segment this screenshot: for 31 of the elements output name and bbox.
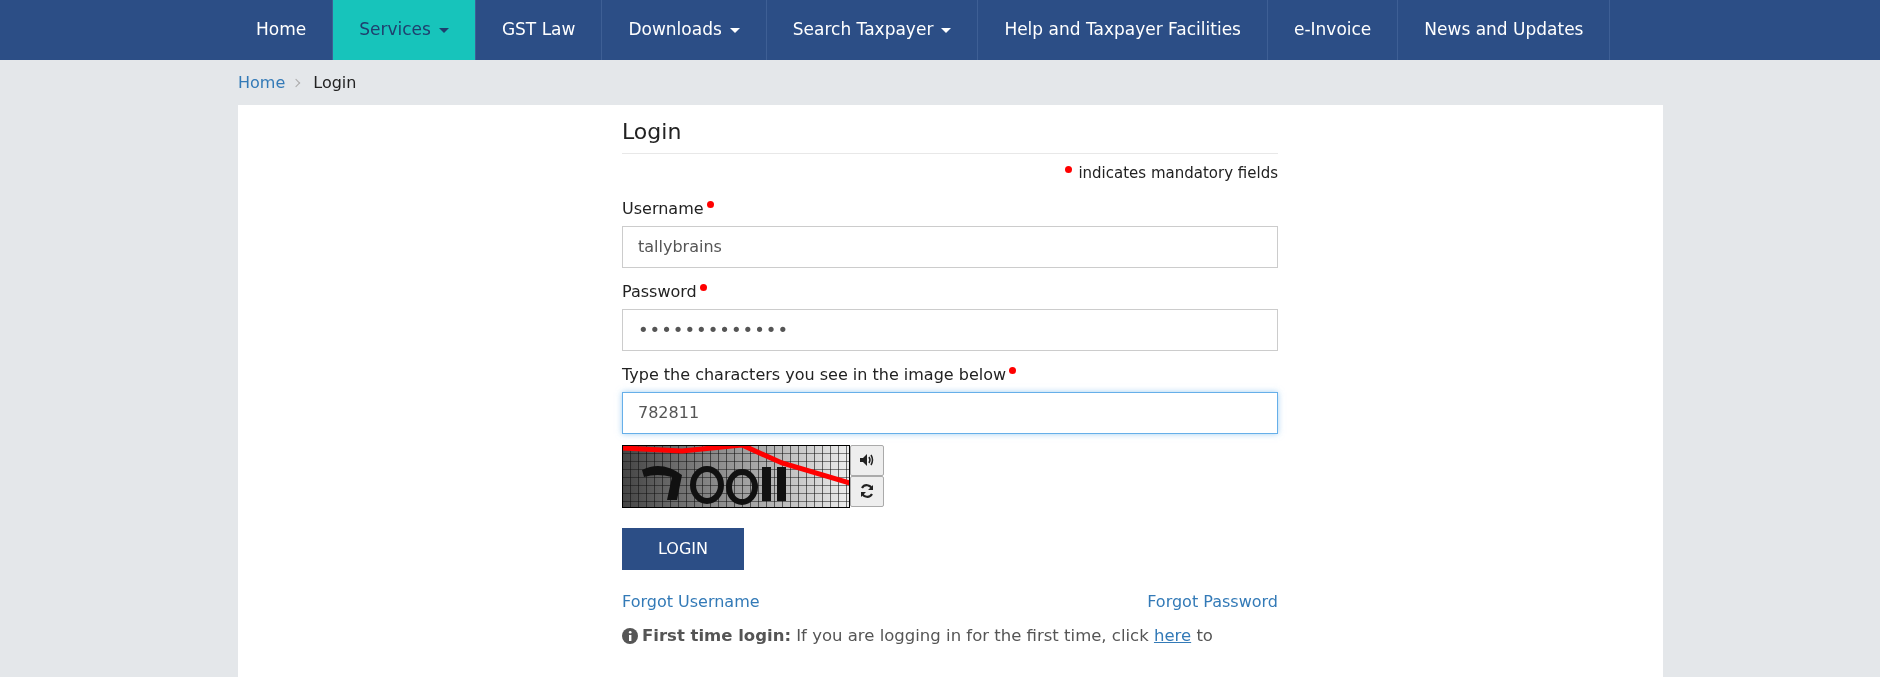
nav-tab[interactable]: GST Law: [475, 0, 603, 60]
nav-tab[interactable]: Services: [333, 0, 476, 60]
field-label: Username: [622, 198, 704, 218]
input-field[interactable]: tallybrains: [622, 225, 1278, 268]
form-title: Login: [622, 105, 1278, 155]
field-label: Password: [622, 281, 697, 301]
refresh-button[interactable]: [850, 475, 884, 507]
nav-tab[interactable]: Search Taxpayer: [766, 0, 979, 60]
caret-icon: [438, 27, 449, 33]
nav-tab[interactable]: Downloads: [602, 0, 767, 60]
audio-button[interactable]: [850, 444, 884, 476]
breadcrumb-link[interactable]: Home: [238, 70, 286, 95]
refresh-icon: [859, 483, 875, 500]
info-icon: [622, 628, 638, 645]
forgot-link[interactable]: Forgot Username: [622, 589, 760, 614]
nav-tab[interactable]: e-Invoice: [1267, 0, 1399, 60]
breadcrumb-current: Login: [313, 71, 357, 94]
speaker-icon: [859, 453, 875, 468]
login-button[interactable]: LOGIN: [622, 527, 744, 570]
input-field[interactable]: 782811: [622, 391, 1278, 434]
field-label: Type the characters you see in the image below: [622, 364, 1007, 384]
nav-tab[interactable]: News and Updates: [1398, 0, 1611, 60]
password-field[interactable]: •••••••••••••: [622, 308, 1278, 351]
first-time-login-note: First time login: If you are logging in for the first time, click here to: [642, 624, 1213, 647]
caret-icon: [729, 27, 740, 33]
mandatory-note: indicates mandatory fields: [1078, 164, 1278, 183]
forgot-link[interactable]: Forgot Password: [1147, 589, 1278, 614]
required-dot-icon: [1065, 166, 1073, 174]
here-link[interactable]: here: [1153, 625, 1192, 645]
caret-icon: [941, 27, 952, 33]
nav-tab[interactable]: Help and Taxpayer Facilities: [978, 0, 1268, 60]
